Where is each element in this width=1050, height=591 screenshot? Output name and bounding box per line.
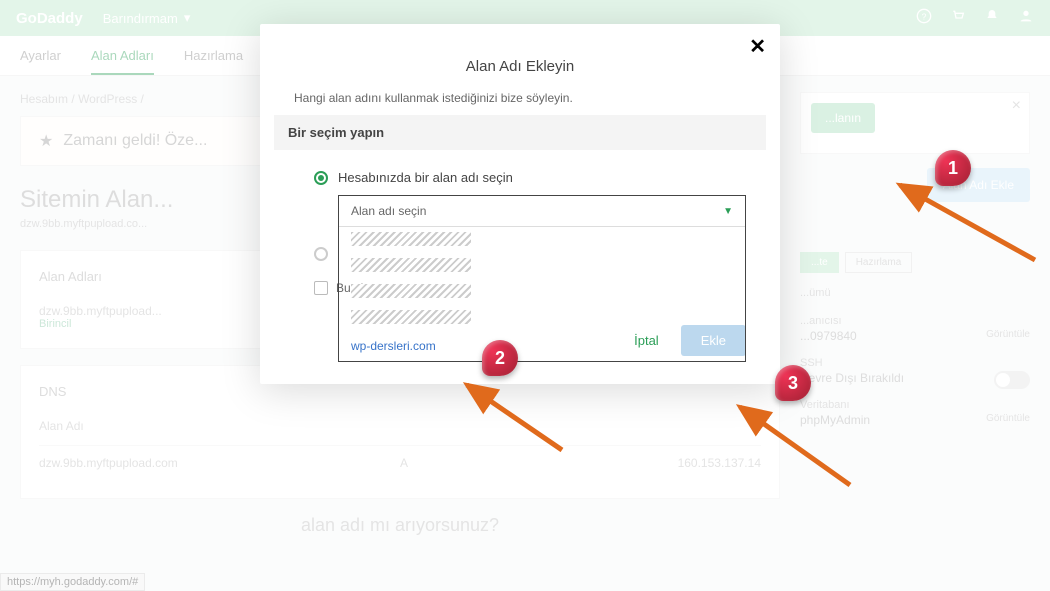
add-domain-modal: ✕ Alan Adı Ekleyin Hangi alan adını kull… <box>260 24 780 384</box>
checkbox-icon <box>314 281 328 295</box>
radio-label: Hesabınızda bir alan adı seçin <box>338 170 513 185</box>
dropdown-option[interactable] <box>339 227 745 253</box>
domain-dropdown[interactable]: Alan adı seçin ▼ wp-dersleri.com <box>338 195 746 362</box>
dropdown-list: wp-dersleri.com <box>339 226 745 361</box>
modal-section-header: Bir seçim yapın <box>274 115 766 150</box>
modal-subtitle: Hangi alan adını kullanmak istediğinizi … <box>294 91 746 105</box>
dropdown-option-selected[interactable]: wp-dersleri.com <box>339 331 745 361</box>
caret-down-icon: ▼ <box>723 206 733 217</box>
dropdown-option[interactable] <box>339 253 745 279</box>
callout-2: 2 <box>482 340 518 376</box>
dropdown-placeholder: Alan adı seçin <box>351 204 426 218</box>
close-icon[interactable]: ✕ <box>749 34 766 59</box>
radio-icon <box>314 171 328 185</box>
dropdown-option[interactable] <box>339 279 745 305</box>
dropdown-option[interactable] <box>339 305 745 331</box>
callout-1: 1 <box>935 150 971 186</box>
callout-3: 3 <box>775 365 811 401</box>
radio-account-domain[interactable]: Hesabınızda bir alan adı seçin <box>314 170 746 185</box>
radio-icon[interactable] <box>314 247 328 261</box>
modal-title: Alan Adı Ekleyin <box>294 58 746 75</box>
